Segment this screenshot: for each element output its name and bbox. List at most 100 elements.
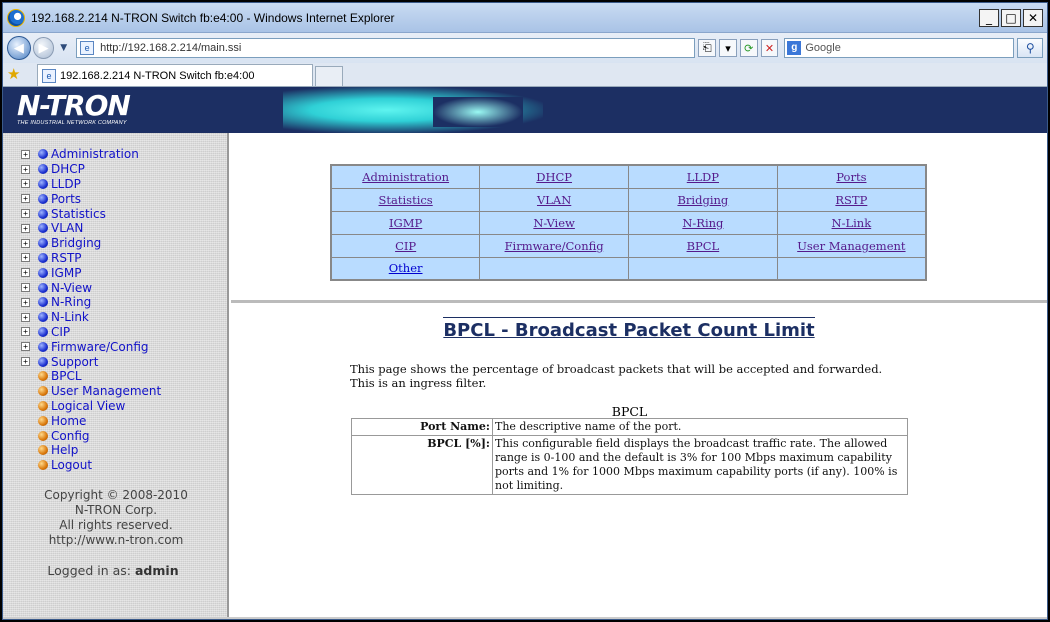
- nav-link-rstp[interactable]: RSTP: [835, 193, 867, 207]
- sidebar-item-label[interactable]: N-Ring: [51, 295, 91, 309]
- sidebar-item-label[interactable]: DHCP: [51, 162, 85, 176]
- expand-icon[interactable]: +: [21, 179, 30, 189]
- sidebar-item-vlan[interactable]: + VLAN: [21, 221, 227, 236]
- sidebar-item-user-management[interactable]: User Management: [21, 384, 227, 399]
- nav-link-bridging[interactable]: Bridging: [677, 193, 728, 207]
- nav-grid-cell: [776, 256, 927, 281]
- nav-link-dhcp[interactable]: DHCP: [536, 170, 572, 184]
- back-button[interactable]: ◀: [7, 36, 31, 60]
- expand-icon[interactable]: +: [21, 297, 30, 307]
- nav-link-user-management[interactable]: User Management: [797, 239, 905, 253]
- nav-link-igmp[interactable]: IGMP: [389, 216, 422, 230]
- expand-icon[interactable]: +: [21, 357, 30, 367]
- sidebar-item-label[interactable]: Config: [51, 429, 90, 443]
- sidebar-item-label[interactable]: CIP: [51, 325, 70, 339]
- sidebar-item-label[interactable]: BPCL: [51, 369, 82, 383]
- maximize-button[interactable]: □: [1001, 8, 1021, 27]
- expand-icon[interactable]: +: [21, 312, 30, 322]
- sidebar-item-label[interactable]: Ports: [51, 192, 81, 206]
- sidebar-item-config[interactable]: Config: [21, 428, 227, 443]
- ntron-logo[interactable]: N-TRON: [17, 91, 131, 121]
- sidebar-item-label[interactable]: Home: [51, 414, 86, 428]
- stop-icon[interactable]: ✕: [760, 39, 779, 57]
- nav-link-ports[interactable]: Ports: [836, 170, 866, 184]
- expand-icon[interactable]: +: [21, 268, 30, 278]
- nav-link-lldp[interactable]: LLDP: [687, 170, 719, 184]
- nav-link-bpcl[interactable]: BPCL: [687, 239, 720, 253]
- sidebar-item-label[interactable]: RSTP: [51, 251, 82, 265]
- sidebar-item-label[interactable]: Administration: [51, 147, 139, 161]
- sidebar-item-label[interactable]: Statistics: [51, 207, 106, 221]
- sidebar-item-dhcp[interactable]: + DHCP: [21, 162, 227, 177]
- favorites-star-icon[interactable]: ★: [7, 64, 27, 86]
- expand-icon[interactable]: +: [21, 223, 30, 233]
- sidebar-item-administration[interactable]: + Administration: [21, 147, 227, 162]
- sidebar-item-statistics[interactable]: + Statistics: [21, 206, 227, 221]
- expand-icon[interactable]: +: [21, 327, 30, 337]
- sidebar-item-logical-view[interactable]: Logical View: [21, 399, 227, 414]
- sidebar-item-label[interactable]: Help: [51, 443, 78, 457]
- search-icon[interactable]: ⚲: [1017, 38, 1044, 58]
- expand-icon[interactable]: +: [21, 194, 30, 204]
- sidebar-item-label[interactable]: N-Link: [51, 310, 89, 324]
- sidebar-item-label[interactable]: LLDP: [51, 177, 81, 191]
- refresh-icon[interactable]: ⟳: [739, 39, 758, 57]
- expand-icon[interactable]: +: [21, 238, 30, 248]
- nav-link-firmware-config[interactable]: Firmware/Config: [505, 239, 604, 253]
- expand-icon[interactable]: +: [21, 209, 30, 219]
- forward-button[interactable]: ▶: [32, 37, 55, 59]
- sidebar-item-help[interactable]: Help: [21, 443, 227, 458]
- folder-bullet-icon: [38, 238, 48, 249]
- sidebar-item-n-link[interactable]: + N-Link: [21, 310, 227, 325]
- sidebar-item-logout[interactable]: Logout: [21, 458, 227, 473]
- new-tab-button[interactable]: [315, 66, 343, 86]
- sidebar-item-label[interactable]: N-View: [51, 281, 92, 295]
- sidebar-item-label[interactable]: Logical View: [51, 399, 125, 413]
- sidebar-item-label[interactable]: IGMP: [51, 266, 81, 280]
- url-field[interactable]: e http://192.168.2.214/main.ssi: [76, 38, 696, 58]
- sidebar-item-bpcl[interactable]: BPCL: [21, 369, 227, 384]
- nav-link-other[interactable]: Other: [389, 261, 423, 275]
- expand-icon[interactable]: +: [21, 342, 30, 352]
- sidebar-item-label[interactable]: Logout: [51, 458, 92, 472]
- nav-link-n-view[interactable]: N-View: [533, 216, 575, 230]
- sidebar-item-label[interactable]: User Management: [51, 384, 161, 398]
- search-input[interactable]: g Google: [784, 38, 1015, 58]
- sidebar-item-label[interactable]: Firmware/Config: [51, 340, 149, 354]
- history-dropdown-icon[interactable]: ▼: [60, 43, 72, 53]
- sidebar-item-home[interactable]: Home: [21, 413, 227, 428]
- tab-current[interactable]: e 192.168.2.214 N-TRON Switch fb:e4:00: [37, 64, 313, 86]
- nav-link-n-ring[interactable]: N-Ring: [682, 216, 723, 230]
- nav-link-n-link[interactable]: N-Link: [832, 216, 872, 230]
- sidebar-item-label[interactable]: Bridging: [51, 236, 101, 250]
- nav-grid-cell: Administration: [330, 164, 481, 189]
- nav-link-statistics[interactable]: Statistics: [379, 193, 433, 207]
- company-line: N-TRON Corp.: [74, 503, 158, 517]
- sidebar-item-n-ring[interactable]: + N-Ring: [21, 295, 227, 310]
- nav-link-administration[interactable]: Administration: [362, 170, 449, 184]
- minimize-button[interactable]: _: [979, 8, 999, 27]
- nav-grid-cell: N-Link: [776, 210, 927, 235]
- nav-grid-cell: RSTP: [776, 187, 927, 212]
- expand-icon[interactable]: +: [21, 253, 30, 263]
- sidebar-item-bridging[interactable]: + Bridging: [21, 236, 227, 251]
- url-dropdown-icon[interactable]: ▾: [719, 39, 737, 57]
- compat-view-icon[interactable]: ⎗: [698, 39, 717, 57]
- expand-icon[interactable]: +: [21, 283, 30, 293]
- sidebar-item-lldp[interactable]: + LLDP: [21, 177, 227, 192]
- sidebar-item-rstp[interactable]: + RSTP: [21, 251, 227, 266]
- expand-icon[interactable]: +: [21, 149, 30, 159]
- sidebar-item-firmware-config[interactable]: + Firmware/Config: [21, 339, 227, 354]
- folder-bullet-icon: [38, 208, 48, 219]
- nav-link-cip[interactable]: CIP: [395, 239, 416, 253]
- sidebar-item-cip[interactable]: + CIP: [21, 325, 227, 340]
- close-button[interactable]: ✕: [1023, 8, 1043, 27]
- sidebar-item-label[interactable]: VLAN: [51, 221, 83, 235]
- sidebar-item-n-view[interactable]: + N-View: [21, 280, 227, 295]
- sidebar-item-ports[interactable]: + Ports: [21, 191, 227, 206]
- sidebar-item-igmp[interactable]: + IGMP: [21, 265, 227, 280]
- expand-icon[interactable]: +: [21, 164, 30, 174]
- sidebar-item-label[interactable]: Support: [51, 355, 98, 369]
- sidebar-item-support[interactable]: + Support: [21, 354, 227, 369]
- nav-link-vlan[interactable]: VLAN: [537, 193, 571, 207]
